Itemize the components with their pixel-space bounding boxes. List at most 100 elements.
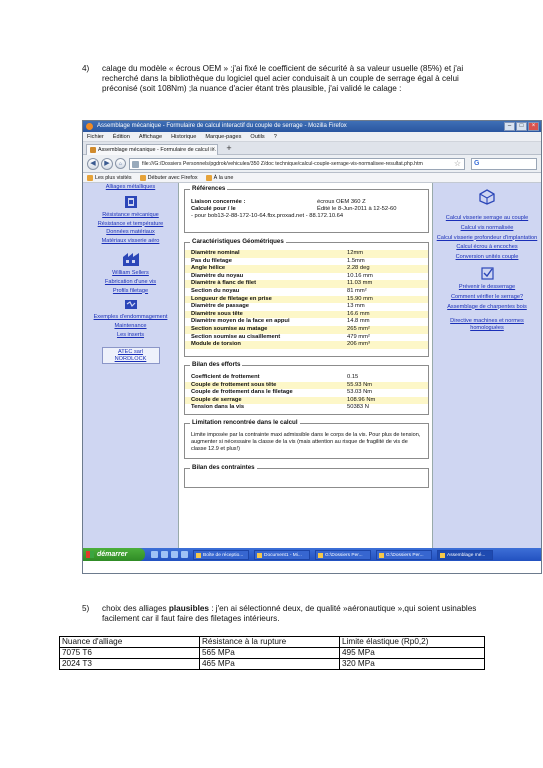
geometry-row: Module de torsion 206 mm³: [185, 341, 428, 349]
close-icon[interactable]: ×: [528, 122, 539, 131]
menu-affichage[interactable]: Affichage: [139, 132, 162, 141]
table-cell: 2024 T3: [59, 658, 200, 670]
references-legend: Références: [190, 185, 228, 193]
link-exemples-endommagement[interactable]: Exemples d'endommagement: [83, 314, 178, 321]
home-icon[interactable]: ⌂: [115, 158, 126, 169]
link-william-sellers[interactable]: William Sellers: [83, 270, 178, 277]
geometry-row: Section soumise au cisaillement 479 mm²: [191, 333, 370, 340]
menu-marque-pages[interactable]: Marque-pages: [205, 132, 241, 141]
quick-launch-icon[interactable]: [181, 551, 188, 558]
paragraph-4: 4) calage du modèle « écrous OEM » :j'ai…: [82, 64, 482, 95]
forward-icon[interactable]: ▶: [101, 158, 113, 170]
folder-icon: [318, 552, 323, 558]
menu-aide[interactable]: ?: [274, 132, 277, 141]
quick-launch: [151, 551, 188, 558]
link-calcul-serrage-couple[interactable]: Calcul visserie serrage au couple: [433, 215, 541, 222]
link-conversion-unites[interactable]: Conversion unités couple: [433, 254, 541, 261]
table-header: Nuance d'alliage: [59, 636, 200, 648]
geometry-row: Diamètre sous tête 16.6 mm: [185, 310, 428, 319]
search-box[interactable]: G: [471, 158, 537, 170]
quick-launch-icon[interactable]: [171, 551, 178, 558]
window-title: Assemblage mécanique - Formulaire de cal…: [97, 123, 347, 129]
table-header: Résistance à la rupture: [199, 636, 340, 648]
new-tab-icon[interactable]: +: [223, 144, 235, 154]
geometry-row: Diamètre à flanc de filet 11.03 mm: [185, 280, 428, 288]
windows-logo-icon: [86, 551, 94, 558]
back-icon[interactable]: ◀: [87, 158, 99, 170]
right-sidebar: Calcul visserie serrage au couple Calcul…: [433, 183, 541, 561]
geometry-row: Diamètre de passage 13 mm: [191, 303, 365, 310]
folder-icon: [379, 552, 384, 558]
taskbar-item-mail[interactable]: Boîte de réceptio...: [193, 549, 249, 560]
address-bar[interactable]: file:///G:/Dossiers Personnels/pgdrok/ve…: [129, 158, 465, 170]
stresses-box: Bilan des contraintes: [184, 464, 429, 488]
forces-row: Couple de frottement sous tête 55.93 Nm: [185, 381, 428, 390]
ref-value-liaison: écrous OEM 360 Z: [317, 199, 366, 205]
forces-row: Couple de serrage 108.96 Nm: [185, 396, 428, 405]
forces-row: Tension dans la vis 50383 N: [191, 404, 369, 411]
limitation-box: Limitation rencontrée dans le calcul Lim…: [184, 419, 429, 459]
tab-title: Assemblage mécanique - Formulaire de cal…: [98, 147, 217, 153]
bookmark-icon: [87, 174, 93, 181]
table-header: Limite élastique (Rp0,2): [339, 636, 485, 648]
link-verifier-serrage[interactable]: Comment vérifier le serrage?: [433, 294, 541, 301]
web-page: Alliages métalliques Résistance mécaniqu…: [83, 183, 541, 561]
link-charpentes-bois[interactable]: Assemblage de charpentes bois: [433, 304, 541, 311]
bookmark-news[interactable]: À la une: [205, 173, 233, 182]
link-calcul-vis-normalisee[interactable]: Calcul vis normalisée: [433, 225, 541, 232]
taskbar-item-word[interactable]: Document1 - Mi...: [254, 549, 310, 560]
paragraph-4-text: calage du modèle « écrous OEM » :j'ai fi…: [102, 64, 464, 94]
bookmark-getting-started[interactable]: Débuter avec Firefox: [139, 173, 198, 182]
start-label: démarrer: [97, 551, 128, 558]
link-resistance-mecanique[interactable]: Résistance mécanique: [83, 212, 178, 219]
tab-close-icon[interactable]: ×: [211, 145, 215, 155]
left-sidebar: Alliages métalliques Résistance mécaniqu…: [83, 183, 178, 561]
link-calcul-profondeur[interactable]: Calcul visserie profondeur d'implantatio…: [433, 235, 541, 242]
link-profils-filetage[interactable]: Profils filetage: [83, 288, 178, 295]
firefox-icon: [86, 123, 93, 130]
navigation-bar: ◀ ▶ ⌂ file:///G:/Dossiers Personnels/pgd…: [83, 155, 541, 173]
browser-tab[interactable]: Assemblage mécanique - Formulaire de cal…: [86, 144, 218, 155]
link-maintenance[interactable]: Maintenance: [83, 323, 178, 330]
start-button[interactable]: démarrer: [83, 548, 145, 561]
alloy-table: Nuance d'alliage Résistance à la rupture…: [59, 636, 485, 670]
paragraph-5-number: 5): [82, 604, 90, 613]
link-donnees-materiaux[interactable]: Données matériaux: [83, 229, 178, 236]
geometry-row: Angle hélice 2.28 deg: [185, 265, 428, 273]
maximize-icon[interactable]: □: [516, 122, 527, 131]
geometry-box: Caractéristiques Géométriques Diamètre n…: [184, 238, 429, 357]
bolt-nut-icon: [124, 195, 137, 208]
link-atec-nordlock[interactable]: ATEC sarl NORDLOCK: [101, 346, 160, 365]
menu-edition[interactable]: Édition: [113, 132, 130, 141]
link-alliages[interactable]: Alliages métalliques: [83, 184, 178, 191]
checkbox-icon: [480, 267, 494, 280]
minimize-icon[interactable]: –: [504, 122, 515, 131]
link-materiaux-visserie[interactable]: Matériaux visserie aéro: [83, 238, 178, 245]
link-inserts[interactable]: Les inserts: [83, 332, 178, 339]
taskbar-item-folder-2[interactable]: G:\Dossiers Per...: [376, 549, 432, 560]
quick-launch-icon[interactable]: [151, 551, 158, 558]
link-prevenir-desserrage[interactable]: Prévenir le desserrage: [433, 284, 541, 291]
taskbar-item-folder-1[interactable]: G:\Dossiers Per...: [315, 549, 371, 560]
tab-bar: Assemblage mécanique - Formulaire de cal…: [83, 142, 541, 155]
paragraph-5: 5) choix des alliages plausibles : j'en …: [82, 604, 492, 624]
table-row: 2024 T3 465 MPa 320 MPa: [59, 658, 485, 670]
bookmark-most-visited[interactable]: Les plus visités: [87, 173, 132, 182]
bookmark-label: Débuter avec Firefox: [147, 174, 198, 181]
link-calcul-ecrou[interactable]: Calcul écrou à encoches: [433, 244, 541, 251]
link-resistance-temperature[interactable]: Résistance et température: [83, 221, 178, 228]
menu-outils[interactable]: Outils: [250, 132, 264, 141]
geometry-legend: Caractéristiques Géométriques: [190, 238, 286, 246]
link-fabrication-vis[interactable]: Fabrication d'une vis: [83, 279, 178, 286]
bookmarks-bar: Les plus visités Débuter avec Firefox À …: [83, 173, 541, 183]
link-directive-machines[interactable]: Directive machines et normes homologuées: [433, 318, 541, 332]
favicon-icon: [90, 147, 96, 153]
menu-historique[interactable]: Historique: [171, 132, 196, 141]
menu-fichier[interactable]: Fichier: [87, 132, 104, 141]
geometry-row: Section soumise au matage 265 mm²: [185, 325, 428, 334]
taskbar-item-firefox[interactable]: Assemblage mé...: [437, 549, 493, 560]
bookmark-star-icon[interactable]: ☆: [454, 159, 461, 169]
bookmark-label: Les plus visités: [95, 174, 132, 181]
quick-launch-icon[interactable]: [161, 551, 168, 558]
rss-icon: [205, 174, 212, 181]
